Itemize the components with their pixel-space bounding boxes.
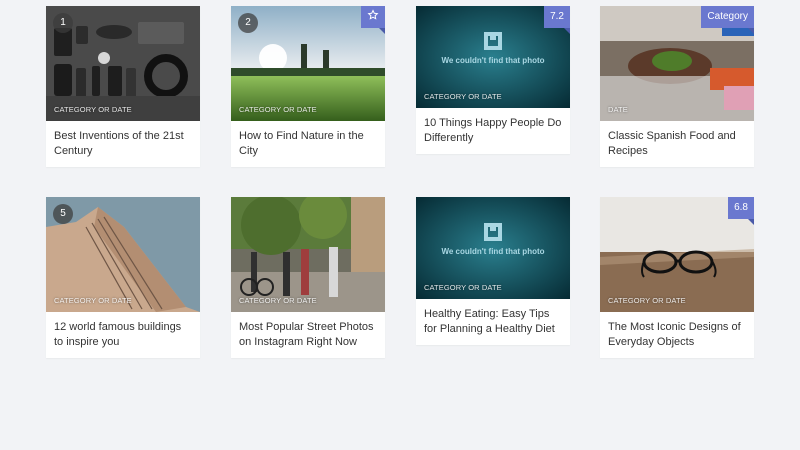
star-icon[interactable] bbox=[367, 9, 379, 21]
card-title[interactable]: Classic Spanish Food and Recipes bbox=[600, 121, 754, 167]
card-thumbnail[interactable]: 6.8 CATEGORY OR DATE bbox=[600, 197, 754, 312]
missing-photo-text: We couldn't find that photo bbox=[441, 56, 545, 65]
card-thumbnail[interactable]: 5 CATEGORY OR DATE bbox=[46, 197, 200, 312]
card-thumbnail[interactable]: 1 CATEGORY OR DATE bbox=[46, 6, 200, 121]
rank-badge: 2 bbox=[238, 13, 258, 33]
date-label: DATE bbox=[608, 105, 628, 114]
category-or-date: CATEGORY OR DATE bbox=[54, 105, 132, 114]
category-or-date: CATEGORY OR DATE bbox=[54, 296, 132, 305]
rating-badge: 7.2 bbox=[544, 6, 570, 34]
card-best-inventions[interactable]: 1 CATEGORY OR DATE Best Inventions of th… bbox=[46, 6, 200, 167]
card-spanish-food[interactable]: Category DATE Classic Spanish Food and R… bbox=[600, 6, 754, 167]
card-title[interactable]: Healthy Eating: Easy Tips for Planning a… bbox=[416, 299, 570, 345]
rank-badge: 1 bbox=[53, 13, 73, 33]
card-title[interactable]: How to Find Nature in the City bbox=[231, 121, 385, 167]
card-thumbnail[interactable]: We couldn't find that photo CATEGORY OR … bbox=[416, 197, 570, 299]
card-title[interactable]: 12 world famous buildings to inspire you bbox=[46, 312, 200, 358]
card-famous-buildings[interactable]: 5 CATEGORY OR DATE 12 world famous build… bbox=[46, 197, 200, 358]
card-thumbnail[interactable]: Category DATE bbox=[600, 6, 754, 121]
card-thumbnail[interactable]: CATEGORY OR DATE bbox=[231, 197, 385, 312]
card-happy-people[interactable]: We couldn't find that photo 7.2 CATEGORY… bbox=[416, 6, 570, 154]
card-title[interactable]: 10 Things Happy People Do Differently bbox=[416, 108, 570, 154]
category-or-date: CATEGORY OR DATE bbox=[608, 296, 686, 305]
card-healthy-eating[interactable]: We couldn't find that photo CATEGORY OR … bbox=[416, 197, 570, 345]
category-or-date: CATEGORY OR DATE bbox=[239, 296, 317, 305]
card-nature-city[interactable]: 2 CATEGORY OR DATE How to Find Nature in… bbox=[231, 6, 385, 167]
rank-badge: 5 bbox=[53, 204, 73, 224]
category-badge[interactable]: Category bbox=[701, 6, 754, 34]
card-title[interactable]: Best Inventions of the 21st Century bbox=[46, 121, 200, 167]
card-title[interactable]: The Most Iconic Designs of Everyday Obje… bbox=[600, 312, 754, 358]
category-or-date: CATEGORY OR DATE bbox=[424, 92, 502, 101]
missing-photo-text: We couldn't find that photo bbox=[441, 247, 545, 256]
street-photo bbox=[231, 197, 385, 312]
card-thumbnail[interactable]: 2 CATEGORY OR DATE bbox=[231, 6, 385, 121]
rating-badge: 6.8 bbox=[728, 197, 754, 225]
card-street-photos[interactable]: CATEGORY OR DATE Most Popular Street Pho… bbox=[231, 197, 385, 358]
category-or-date: CATEGORY OR DATE bbox=[239, 105, 317, 114]
card-thumbnail[interactable]: We couldn't find that photo 7.2 CATEGORY… bbox=[416, 6, 570, 108]
card-title[interactable]: Most Popular Street Photos on Instagram … bbox=[231, 312, 385, 358]
favorite-badge[interactable] bbox=[361, 6, 385, 34]
card-iconic-designs[interactable]: 6.8 CATEGORY OR DATE The Most Iconic Des… bbox=[600, 197, 754, 358]
category-or-date: CATEGORY OR DATE bbox=[424, 283, 502, 292]
